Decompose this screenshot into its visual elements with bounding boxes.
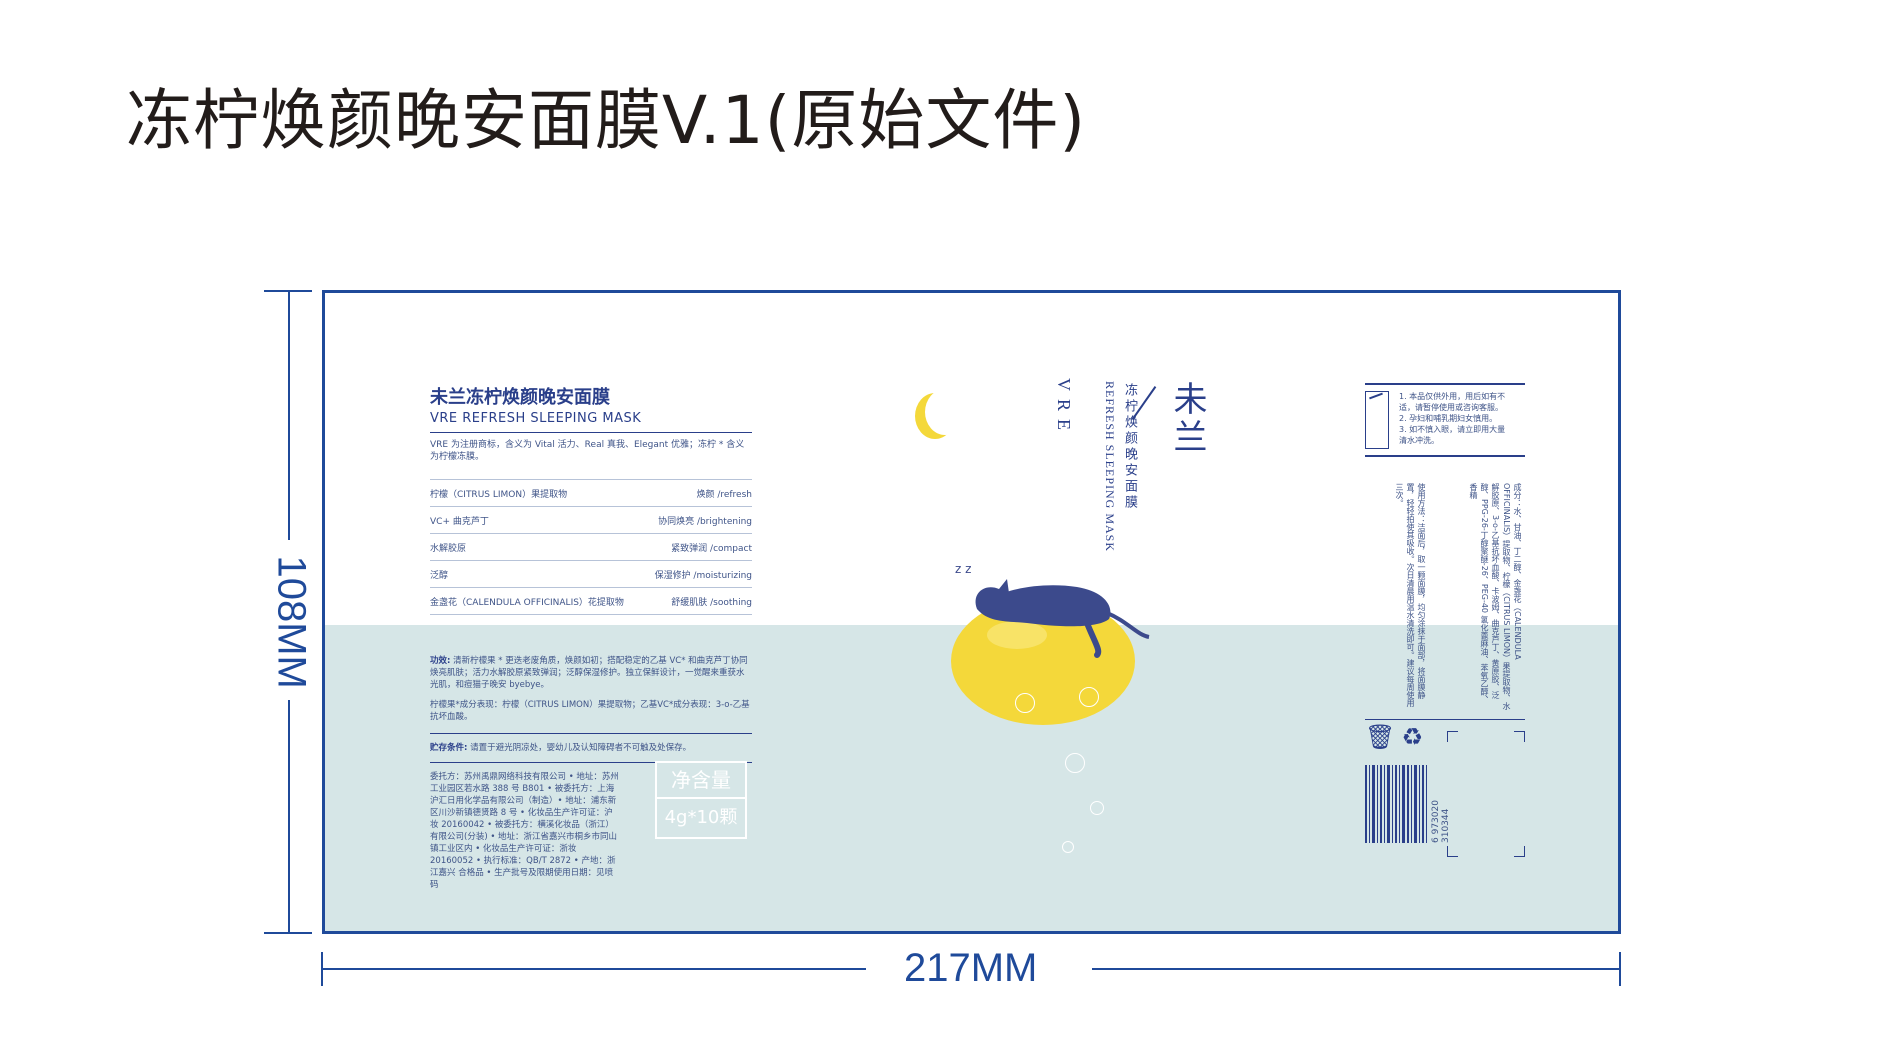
ingredient-name: 泛醇 [430,571,449,581]
ingredient-effect: 焕颜 /refresh [696,490,752,500]
divider [430,733,752,734]
component-text: 柠檬果*成分表现：柠檬（CITRUS LIMON）果提取物；乙基VC*成分表现：… [430,700,750,722]
ingredient-effect: 协同焕亮 /brightening [658,517,752,527]
height-dimension-line-bottom [288,700,290,934]
ingredient-name: VC+ 曲克芦丁 [430,517,489,527]
width-dimension-label: 217MM [904,946,1038,990]
ingredient-effect: 保湿修护 /moisturizing [654,571,752,581]
corner-mark [1514,846,1525,857]
divider [430,432,752,433]
bubble [1065,753,1085,773]
page-title: 冻柠焕颜晚安面膜V.1(原始文件) [126,82,1087,159]
package-dieline: 未兰冻柠焕颜晚安面膜 VRE REFRESH SLEEPING MASK VRE… [322,290,1621,934]
corner-mark [1447,731,1458,742]
storage-text: 请置于避光阴凉处，婴幼儿及认知障碍者不可触及处保存。 [470,743,692,753]
divider [1365,719,1525,720]
ingredient-effect: 紧致弹润 /compact [671,544,752,554]
disposal-icons: 🗑 ♻ [1365,723,1423,751]
warning-line: 1. 本品仅供外用，用后如有不 [1399,392,1506,401]
net-content-box: 净含量 4g*10颗 [655,761,747,839]
components-text: 成分：水、甘油、丁二醇、金盏花（CALENDULA OFFICINALIS）提取… [1469,483,1522,711]
product-name-chinese-vertical: 冻柠焕颜晚安面膜 [1122,383,1137,511]
net-content-label: 净含量 [657,763,745,799]
ingredient-row: 泛醇 保湿修护 /moisturizing [430,561,752,588]
product-subtitle: VRE REFRESH SLEEPING MASK [430,411,642,426]
usage-text: 使用方法：洁面后，取一颗面膜，均匀涂抹于面部，将面膜静置，轻轻拍使其吸收。次日清… [1395,483,1426,707]
width-dimension-line-right [1092,968,1621,970]
ingredient-row: 柠檬（CITRUS LIMON）果提取物 焕颜 /refresh [430,479,752,507]
barcode-icon [1365,765,1427,843]
ingredient-row: 水解胶原 紧致弹润 /compact [430,534,752,561]
storage-label: 贮存条件: [430,743,468,753]
warning-list: 1. 本品仅供外用，用后如有不 适，请暂停使用或咨询客服。 2. 孕妇和哺乳期妇… [1399,391,1505,446]
bubble [1015,693,1035,713]
intro-text: VRE 为注册商标，含义为 Vital 活力、Real 真我、Elegant 优… [430,440,745,462]
corner-mark [1514,731,1525,742]
function-paragraph: 功效: 清新柠檬果 * 更迭老废角质，焕颜如初；搭配稳定的乙基 VC* 和曲克芦… [430,655,752,691]
function-label: 功效: [430,656,451,666]
storage-paragraph: 贮存条件: 请置于避光阴凉处，婴幼儿及认知障碍者不可触及处保存。 [430,742,752,754]
ingredient-row: VC+ 曲克芦丁 协同焕亮 /brightening [430,507,752,534]
right-panel: 1. 本品仅供外用，用后如有不 适，请暂停使用或咨询客服。 2. 孕妇和哺乳期妇… [1365,383,1525,857]
product-title: 未兰冻柠焕颜晚安面膜 [430,387,610,408]
height-tick-bottom [264,932,312,934]
lemon-cat-illustration: z z [951,562,1150,725]
corner-mark [1447,846,1458,857]
warning-line: 3. 如不慎入眼，请立即用大量 [1399,425,1506,434]
width-tick-left [321,952,323,986]
bubble [1090,801,1104,815]
moon-icon [925,389,965,435]
warning-line: 2. 孕妇和哺乳期妇女慎用。 [1399,414,1498,423]
lemon-highlight [987,621,1047,649]
bubble [1062,841,1074,853]
sleep-z-text: z z [955,562,971,576]
product-name-english-vertical: REFRESH SLEEPING MASK [1103,381,1117,553]
ingredient-table: 柠檬（CITRUS LIMON）果提取物 焕颜 /refresh VC+ 曲克芦… [430,479,752,615]
batch-date-box [1447,731,1525,857]
height-tick-top [264,290,312,292]
warning-line: 清水冲洗。 [1399,436,1439,445]
warning-line: 适，请暂停使用或咨询客服。 [1399,403,1503,412]
height-dimension-label: 108MM [269,555,314,689]
ingredient-name: 金盏花（CALENDULA OFFICINALIS）花提取物 [430,598,624,608]
recycle-icon: ♻ [1401,723,1423,751]
ingredient-row: 金盏花（CALENDULA OFFICINALIS）花提取物 舒缓肌肤 /soo… [430,588,752,615]
brand-vre-vertical: VRE [1054,378,1074,438]
function-text: 清新柠檬果 * 更迭老废角质，焕颜如初；搭配稳定的乙基 VC* 和曲克芦丁协同焕… [430,656,748,690]
brand-logo: 未兰 [1167,381,1207,457]
ingredient-effect: 舒缓肌肤 /soothing [671,598,752,608]
trash-icon: 🗑 [1365,723,1396,751]
height-dimension-line-top [288,290,290,540]
ingredient-name: 水解胶原 [430,544,467,554]
bubble [1079,687,1099,707]
width-tick-right [1619,952,1621,986]
ingredient-name: 柠檬（CITRUS LIMON）果提取物 [430,490,568,500]
width-dimension-line-left [322,968,866,970]
company-text: 委托方：苏州禹鼎网络科技有限公司 • 地址：苏州工业园区若水路 388 号 B8… [430,772,619,890]
net-content-value: 4g*10颗 [664,807,738,828]
warning-icon [1365,391,1389,449]
warning-section: 1. 本品仅供外用，用后如有不 适，请暂停使用或咨询客服。 2. 孕妇和哺乳期妇… [1365,383,1525,457]
